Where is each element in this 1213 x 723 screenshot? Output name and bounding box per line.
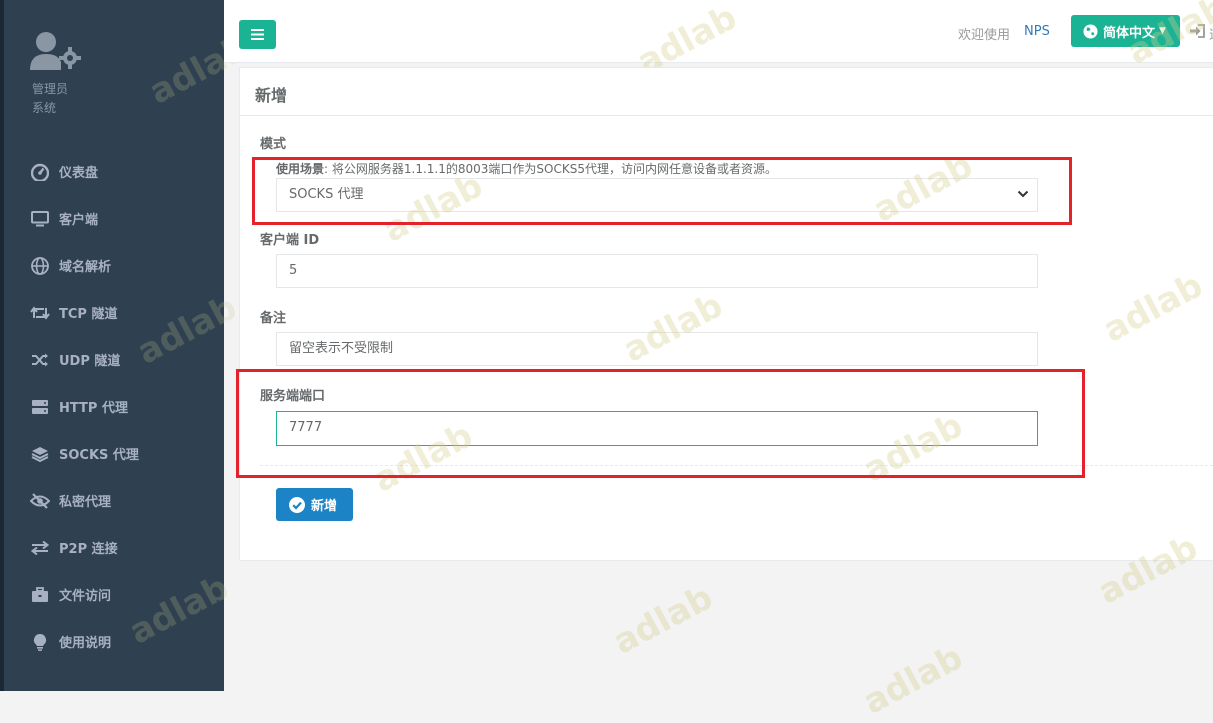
chevron-down-icon xyxy=(1017,190,1029,198)
sidebar-item-label: 客户端 xyxy=(59,213,99,228)
remark-label: 备注 xyxy=(260,311,287,326)
sidebar-item-dashboard[interactable]: 仪表盘 xyxy=(4,148,224,195)
language-dropdown-button[interactable]: 简体中文 ▼ xyxy=(1071,15,1180,47)
mode-label: 模式 xyxy=(260,137,287,152)
sidebar-item-label: SOCKS 代理 xyxy=(59,448,139,463)
sidebar-item-private[interactable]: 私密代理 xyxy=(4,477,224,524)
sidebar-item-label: 仪表盘 xyxy=(59,166,99,181)
sidebar-item-label: 文件访问 xyxy=(59,589,112,604)
sidebar-item-label: 私密代理 xyxy=(59,495,112,510)
sidebar-item-label: HTTP 代理 xyxy=(59,401,128,416)
watermark: adlab xyxy=(606,577,720,663)
sidebar-item-label: P2P 连接 xyxy=(59,542,118,557)
sidebar-item-udp[interactable]: UDP 隧道 xyxy=(4,336,224,383)
layers-icon xyxy=(30,444,50,464)
sidebar-item-label: UDP 隧道 xyxy=(59,354,121,369)
eye-slash-icon xyxy=(30,491,50,511)
sidebar-item-http[interactable]: HTTP 代理 xyxy=(4,383,224,430)
mode-hint-text: : 将公网服务器1.1.1.1的8003端口作为SOCKS5代理，访问内网任意设… xyxy=(324,162,777,176)
remark-input[interactable]: 留空表示不受限制 xyxy=(276,332,1038,366)
add-form-panel: 新增 模式 使用场景: 将公网服务器1.1.1.1的8003端口作为SOCKS5… xyxy=(239,67,1213,561)
random-icon xyxy=(30,350,50,370)
sidebar-item-label: 域名解析 xyxy=(59,260,112,275)
monitor-icon xyxy=(30,209,50,229)
watermark: adlab xyxy=(1096,265,1210,351)
panel-title: 新增 xyxy=(240,68,1213,116)
sidebar-item-help[interactable]: 使用说明 xyxy=(4,618,224,665)
submit-label: 新增 xyxy=(311,499,338,514)
form-divider xyxy=(260,465,1213,466)
user-gear-icon xyxy=(30,32,81,70)
profile-role: 管理员 xyxy=(32,82,69,96)
briefcase-icon xyxy=(30,585,50,605)
sidebar-item-label: TCP 隧道 xyxy=(59,307,118,322)
sidebar-item-clients[interactable]: 客户端 xyxy=(4,195,224,242)
client-id-value: 5 xyxy=(289,263,298,278)
logout-link[interactable]: 退 xyxy=(1209,24,1213,43)
server-icon xyxy=(30,397,50,417)
sign-in-icon[interactable] xyxy=(1189,24,1205,38)
client-id-input[interactable]: 5 xyxy=(276,254,1038,288)
globe-icon xyxy=(30,256,50,276)
watermark: adlab xyxy=(856,637,970,723)
sidebar-item-socks[interactable]: SOCKS 代理 xyxy=(4,430,224,477)
sidebar-item-domain[interactable]: 域名解析 xyxy=(4,242,224,289)
nps-link[interactable]: NPS xyxy=(1024,24,1050,39)
dashboard-icon xyxy=(30,162,50,182)
sidebar-item-label: 使用说明 xyxy=(59,636,112,651)
sidebar-item-files[interactable]: 文件访问 xyxy=(4,571,224,618)
server-port-value: 7777 xyxy=(289,420,323,435)
mode-hint-prefix: 使用场景 xyxy=(276,162,325,176)
remark-placeholder: 留空表示不受限制 xyxy=(289,341,394,356)
sidebar-nav: 仪表盘 客户端 域名解析 TCP 隧道 UDP 隧道 HTTP 代理 SOCKS… xyxy=(4,148,224,665)
globe-icon xyxy=(1083,23,1098,39)
hamburger-icon xyxy=(251,29,264,40)
exchange-icon xyxy=(30,538,50,558)
profile-subtitle: 系统 xyxy=(32,101,57,115)
mode-select[interactable]: SOCKS 代理 xyxy=(276,178,1038,212)
mode-select-value: SOCKS 代理 xyxy=(289,187,364,202)
welcome-text: 欢迎使用 xyxy=(958,28,1011,43)
sidebar: 管理员 系统 仪表盘 客户端 域名解析 TCP 隧道 UDP 隧道 HTTP 代… xyxy=(0,0,255,691)
caret-down-icon: ▼ xyxy=(1159,26,1166,36)
sidebar-item-tcp[interactable]: TCP 隧道 xyxy=(4,289,224,336)
top-navbar: 欢迎使用 NPS 简体中文 ▼ 退 adlab adlab xyxy=(224,0,1213,83)
retweet-icon xyxy=(30,303,50,323)
server-port-label: 服务端端口 xyxy=(260,389,326,404)
profile-block: 管理员 系统 xyxy=(30,30,84,115)
menu-toggle-button[interactable] xyxy=(239,20,276,49)
check-circle-icon xyxy=(289,496,305,513)
submit-add-button[interactable]: 新增 xyxy=(276,488,353,521)
sidebar-item-p2p[interactable]: P2P 连接 xyxy=(4,524,224,571)
client-id-label: 客户端 ID xyxy=(260,233,320,248)
mode-hint: 使用场景: 将公网服务器1.1.1.1的8003端口作为SOCKS5代理，访问内… xyxy=(276,160,777,177)
lightbulb-icon xyxy=(30,632,50,652)
server-port-input[interactable]: 7777 xyxy=(276,411,1038,446)
language-label: 简体中文 xyxy=(1103,25,1156,41)
